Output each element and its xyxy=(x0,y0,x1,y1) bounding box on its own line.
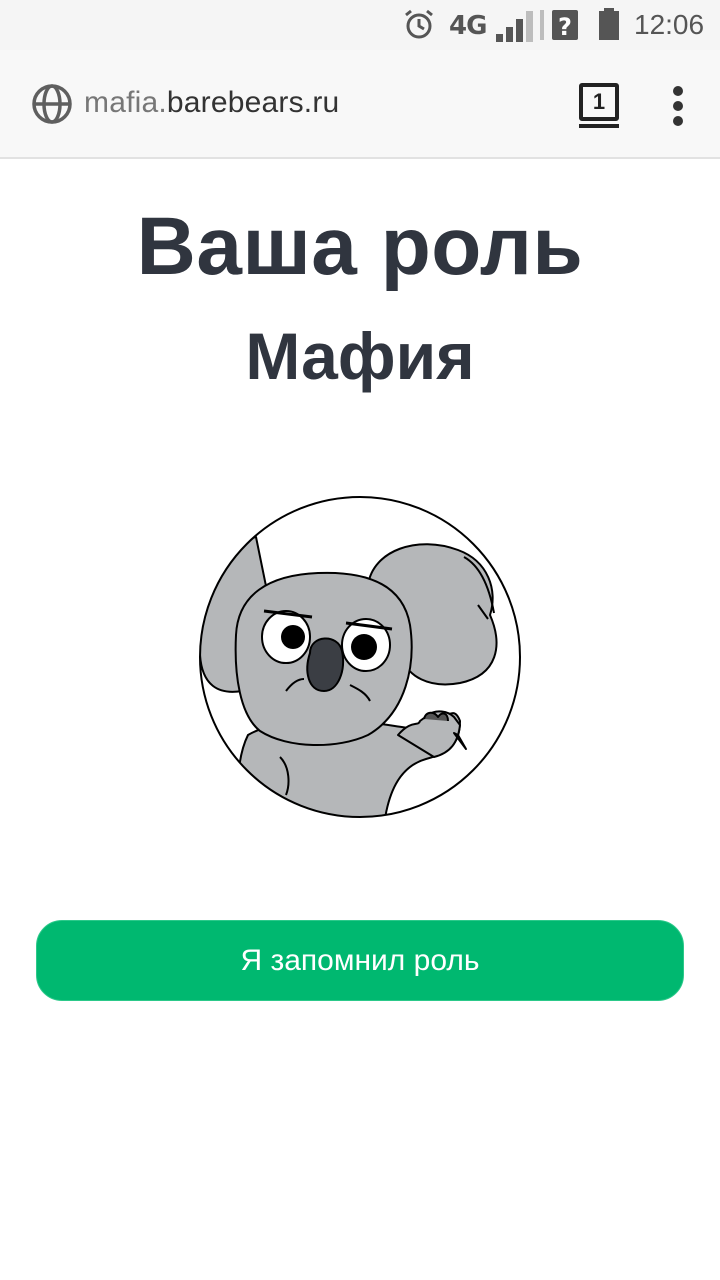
network-type: 4G xyxy=(449,11,487,41)
alarm-icon xyxy=(405,9,433,39)
url-field[interactable]: mafia.barebears.ru xyxy=(84,86,339,120)
tab-switcher-button[interactable]: 1 xyxy=(579,83,619,121)
overflow-menu-icon[interactable] xyxy=(668,86,688,126)
url-domain: barebears.ru xyxy=(166,86,340,119)
remember-role-button[interactable]: Я запомнил роль xyxy=(36,920,684,1001)
signal-icon xyxy=(496,11,533,42)
battery-icon xyxy=(599,8,619,40)
status-bar: 4G ? 12:06 xyxy=(0,0,720,50)
url-subdomain: mafia. xyxy=(84,86,167,119)
wifi-unknown-icon: ? xyxy=(540,10,578,41)
tab-switcher-underline xyxy=(579,124,619,128)
koala-avatar-icon xyxy=(199,496,521,818)
clock: 12:06 xyxy=(634,9,705,40)
role-name: Мафия xyxy=(245,319,475,393)
svg-text:?: ? xyxy=(558,13,572,41)
page-title: Ваша роль xyxy=(136,201,584,292)
browser-toolbar: mafia.barebears.ru 1 xyxy=(0,50,720,159)
globe-icon xyxy=(32,84,72,124)
tab-count: 1 xyxy=(592,89,606,114)
